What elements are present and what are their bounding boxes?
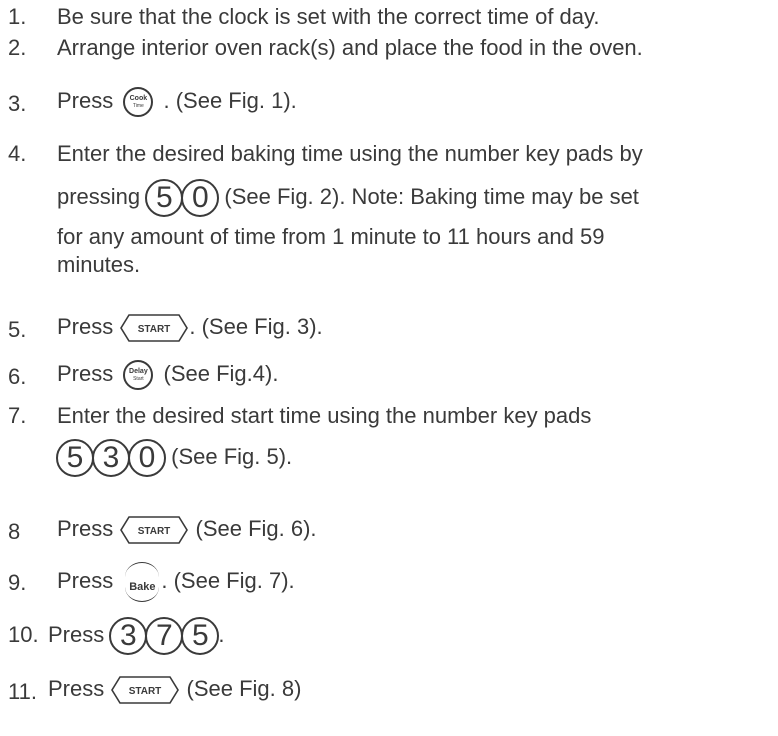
step-number: 9. — [8, 570, 27, 595]
digit-5-key-icon: 5 — [181, 617, 220, 656]
step-text: . (See Fig. 1). — [163, 87, 297, 113]
step-body: Press Delay Start (See Fig.4). — [57, 360, 278, 390]
step-text: Arrange interior oven rack(s) and place … — [57, 35, 643, 60]
step-number: 2. — [8, 35, 27, 60]
step-text: (See Fig. 5). — [171, 444, 293, 469]
step-text: pressing — [57, 184, 141, 209]
step-body: Enter the desired start time using the n… — [56, 403, 592, 478]
step-number: 10. — [8, 622, 39, 647]
step-text: . (See Fig. 7). — [161, 567, 295, 593]
delay-start-key-icon: Delay Start — [123, 360, 154, 390]
step-body: Press START (See Fig. 6). — [57, 515, 317, 545]
step-text: Press — [57, 567, 114, 593]
start-key-label: START — [129, 686, 162, 697]
digit-0-key-icon: 0 — [181, 179, 220, 218]
start-key-icon: START — [120, 314, 189, 342]
step-body: Press 375. — [48, 615, 225, 656]
step-text: Press — [57, 87, 114, 113]
step-number: 8 — [8, 519, 21, 544]
start-key-icon: START — [120, 516, 189, 544]
step-text: Press — [48, 675, 105, 701]
start-key-icon: START — [111, 676, 180, 704]
step-text: minutes. — [57, 252, 141, 277]
key-label-line2: Start — [133, 376, 144, 382]
digit-3-key-icon: 3 — [109, 617, 148, 656]
cook-time-key-icon: Cook Time — [123, 87, 154, 117]
step-text: . — [218, 622, 225, 647]
key-label-line1: Delay — [129, 368, 148, 375]
digit-0-key-icon: 0 — [128, 439, 166, 478]
step-number: 7. — [8, 403, 27, 428]
step-number: 11. — [8, 679, 37, 704]
start-key-label: START — [138, 324, 171, 335]
step-text: (See Fig. 2). Note: Baking time may be s… — [224, 184, 639, 209]
digit-3-key-icon: 3 — [92, 439, 130, 478]
step-text: Enter the desired start time using the n… — [57, 403, 592, 428]
step-number: 3. — [8, 91, 27, 116]
step-body: Press Cook Time . (See Fig. 1). — [57, 87, 297, 117]
step-line: pressing 50 (See Fig. 2). Note: Baking t… — [57, 177, 643, 218]
step-text: (See Fig.4). — [163, 360, 279, 386]
step-text: Press — [57, 515, 114, 541]
step-number: 4. — [8, 141, 27, 166]
step-text: . (See Fig. 3). — [189, 313, 323, 339]
step-body: Enter the desired baking time using the … — [57, 141, 643, 278]
step-text: Press — [48, 622, 105, 647]
step-body: Press Bake . (See Fig. 7). — [57, 560, 295, 604]
step-text: Press — [57, 313, 114, 339]
bake-key-icon: Bake — [119, 560, 165, 604]
digit-7-key-icon: 7 — [145, 617, 184, 656]
step-text: (See Fig. 6). — [195, 515, 317, 541]
step-number: 1. — [8, 4, 27, 29]
digit-5-key-icon: 5 — [145, 179, 184, 218]
step-body: Press START (See Fig. 8) — [48, 675, 301, 705]
key-label-line1: Cook — [129, 95, 148, 102]
step-number: 5. — [8, 317, 27, 342]
step-text: (See Fig. 8) — [186, 675, 302, 701]
key-label-line2: Time — [132, 103, 144, 109]
step-body: Press START . (See Fig. 3). — [57, 313, 323, 343]
step-text: Enter the desired baking time using the … — [57, 141, 643, 166]
digit-5-key-icon: 5 — [56, 439, 94, 478]
step-line: 530 (See Fig. 5). — [56, 437, 591, 478]
step-text: for any amount of time from 1 minute to … — [57, 224, 605, 249]
step-number: 6. — [8, 364, 27, 389]
step-text: Press — [57, 360, 114, 386]
instruction-page: 1. Be sure that the clock is set with th… — [0, 0, 778, 736]
step-text: Be sure that the clock is set with the c… — [57, 4, 600, 29]
start-key-label: START — [138, 526, 171, 537]
